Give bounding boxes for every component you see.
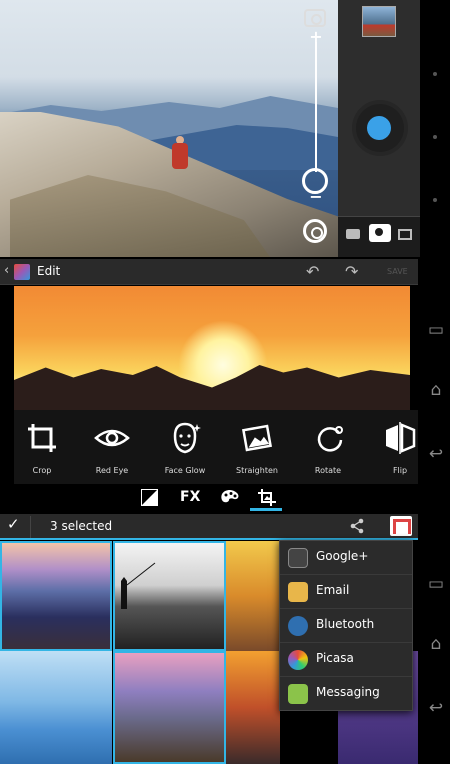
zoom-slider-track[interactable] [315,42,317,172]
back-icon[interactable]: ↩ [426,698,446,718]
eye-icon[interactable] [94,420,130,456]
panorama-mode-icon[interactable] [398,229,412,240]
camera-settings-icon[interactable] [303,219,327,243]
editor-back-icon[interactable]: ‹ [4,263,9,278]
face-icon[interactable] [167,420,203,456]
crop-icon[interactable] [24,420,60,456]
save-button[interactable]: SAVE [387,267,408,276]
share-option-label: Email [316,583,350,597]
share-option-label: Messaging [316,685,380,699]
flip-icon[interactable] [382,420,416,456]
nav-dot-icon [433,72,437,76]
share-icon[interactable] [349,518,365,538]
bluetooth-icon [288,616,308,636]
palette-tab-icon[interactable] [220,489,240,510]
google-plus-icon [288,548,308,568]
home-icon[interactable]: ⌂ [426,634,446,654]
tool-label-rotate: Rotate [314,466,342,475]
share-option-label: Bluetooth [316,617,375,631]
straighten-icon[interactable] [239,420,275,456]
redo-icon[interactable]: ↷ [345,262,358,281]
recent-apps-icon[interactable]: ▭ [426,320,446,340]
photo-mode-icon[interactable] [369,224,391,242]
gmail-share-icon[interactable] [390,516,412,536]
zoom-out-icon[interactable]: − [308,189,324,205]
switch-camera-icon[interactable] [304,9,326,27]
gallery-photo-5[interactable] [113,651,226,764]
nav-dot-icon [433,198,437,202]
shutter-button[interactable] [367,116,391,140]
tool-label-crop: Crop [32,466,52,475]
tool-label-red-eye: Red Eye [95,466,129,475]
done-check-icon[interactable]: ✓ [7,515,20,533]
nav-dot-icon [433,135,437,139]
back-icon[interactable]: ↩ [426,444,446,464]
exposure-tab-icon[interactable] [141,489,158,510]
camera-nav-bar [420,0,450,257]
recent-apps-icon[interactable]: ▭ [426,574,446,594]
gallery-photo-1[interactable] [0,541,112,651]
share-option-label: Google+ [316,549,369,563]
tool-label-face-glow: Face Glow [164,466,206,475]
last-photo-thumbnail[interactable] [362,6,396,37]
editor-title: Edit [37,264,61,278]
video-mode-icon[interactable] [346,229,360,239]
email-icon [288,582,308,602]
active-tab-indicator [250,508,282,511]
editor-app-icon[interactable] [14,264,30,280]
picasa-icon [288,650,308,670]
gallery-photo-6[interactable] [226,651,280,764]
share-option-label: Picasa [316,651,354,665]
climber-figure [172,143,188,169]
selection-count[interactable]: 3 selected [50,519,112,533]
gallery-photo-3[interactable] [226,541,280,651]
gallery-photo-2[interactable] [113,541,226,651]
tool-label-straighten: Straighten [236,466,278,475]
rotate-icon[interactable] [312,420,348,456]
gallery-photo-4[interactable] [0,651,112,764]
undo-icon[interactable]: ↶ [306,262,319,281]
messaging-icon [288,684,308,704]
geometry-tab-icon[interactable] [258,489,276,510]
home-icon[interactable]: ⌂ [426,380,446,400]
fx-tab[interactable]: FX [180,489,200,505]
action-bar-divider [30,516,31,538]
editor-category-tabs [14,484,418,512]
